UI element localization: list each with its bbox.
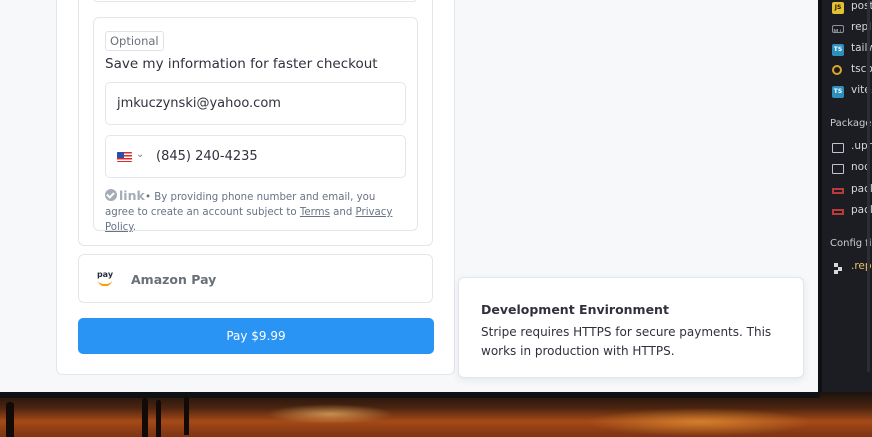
npm-package-icon — [832, 209, 844, 215]
disclaimer-and: and — [329, 207, 356, 218]
amazon-pay-icon: pay — [95, 270, 115, 286]
file-item[interactable]: TStailw — [832, 42, 872, 58]
package-item[interactable]: pacl — [832, 204, 872, 220]
file-item[interactable]: tsco — [832, 63, 872, 79]
folder-icon — [832, 143, 844, 153]
card-details-field[interactable] — [93, 0, 417, 2]
us-flag-icon[interactable] — [117, 152, 132, 162]
optional-badge: Optional — [105, 31, 164, 51]
ide-file-explorer: JSpost M↓repl TStailw tsco TSvite. Packa… — [822, 0, 872, 400]
disclaimer-suffix: . — [132, 222, 137, 233]
tree-silhouette — [156, 400, 161, 437]
terms-link[interactable]: Terms — [300, 207, 330, 218]
package-item[interactable]: .upr — [832, 140, 872, 156]
pay-button[interactable]: Pay $9.99 — [78, 318, 434, 354]
packages-section-heading[interactable]: Package — [830, 118, 871, 129]
package-item[interactable]: nod — [832, 161, 872, 177]
typescript-file-icon: TS — [832, 86, 844, 98]
toast-description: Stripe requires HTTPS for secure payment… — [481, 325, 772, 358]
config-section-heading[interactable]: Config fil — [830, 238, 872, 249]
phone-value: (845) 240-4235 — [156, 149, 258, 164]
tree-silhouette — [142, 398, 148, 437]
tree-silhouette — [184, 396, 189, 435]
package-item[interactable]: pacl — [832, 183, 872, 199]
email-value: jmkuczynski@yahoo.com — [117, 96, 281, 111]
phone-field[interactable]: ⌄ (845) 240-4235 — [105, 135, 406, 178]
tree-silhouette — [6, 402, 14, 437]
javascript-file-icon: JS — [832, 2, 844, 14]
markdown-file-icon: M↓ — [832, 25, 844, 35]
file-item[interactable]: M↓ repl — [832, 21, 872, 37]
replit-config-icon — [832, 262, 844, 274]
save-info-label: Save my information for faster checkout — [105, 56, 378, 72]
amazon-pay-label: Amazon Pay — [131, 272, 217, 287]
link-disclaimer: • By providing phone number and email, y… — [105, 190, 407, 235]
amazon-pay-option[interactable]: pay Amazon Pay — [78, 254, 433, 303]
tsconfig-file-icon — [832, 65, 842, 75]
file-item[interactable]: JS post — [832, 0, 872, 16]
browser-page: Optional Save my information for faster … — [0, 0, 818, 392]
wallpaper-silhouettes — [0, 392, 872, 437]
folder-icon — [832, 164, 844, 174]
chevron-down-icon[interactable]: ⌄ — [136, 149, 144, 160]
npm-package-icon — [832, 188, 844, 194]
email-field[interactable]: jmkuczynski@yahoo.com — [105, 82, 406, 125]
toast-title: Development Environment — [481, 302, 669, 317]
config-file-item[interactable]: .rep — [832, 260, 872, 276]
dev-environment-toast: Development Environment Stripe requires … — [458, 277, 804, 378]
ide-scrollbar[interactable] — [867, 0, 870, 372]
file-item[interactable]: TS vite. — [832, 84, 872, 100]
typescript-file-icon: TS — [832, 44, 844, 56]
